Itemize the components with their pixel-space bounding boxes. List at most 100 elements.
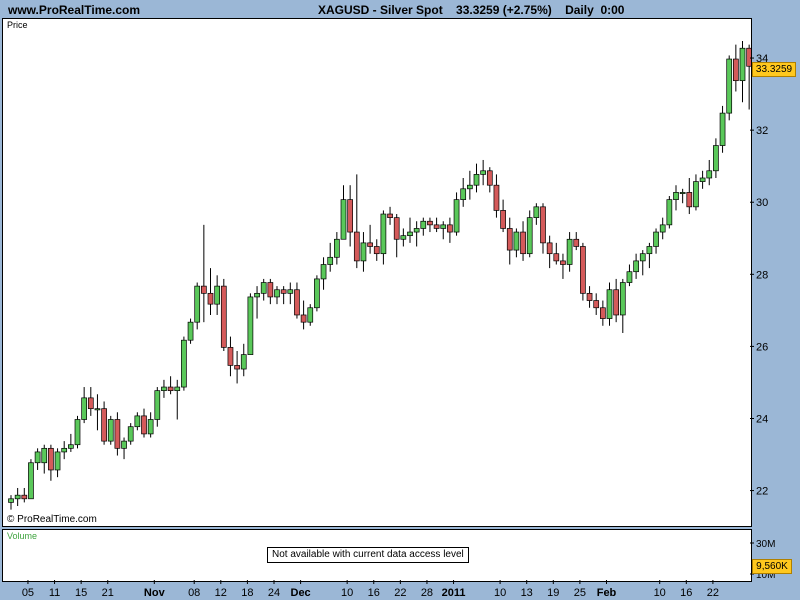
candle <box>94 394 101 431</box>
candle-body <box>147 419 154 435</box>
x-tick-label: 11 <box>49 587 60 599</box>
candle-body <box>613 289 620 316</box>
candle <box>41 444 48 474</box>
candle <box>506 217 513 265</box>
x-tick-label: Feb <box>597 587 617 599</box>
candle <box>314 275 320 312</box>
candle-body <box>247 296 254 355</box>
candle <box>87 387 94 416</box>
candle-body <box>420 220 427 229</box>
candle-body <box>220 285 227 348</box>
candle-body <box>353 231 360 262</box>
candle <box>433 217 440 233</box>
candle-body <box>706 170 713 179</box>
candle-body <box>646 246 653 255</box>
candle-body <box>739 47 746 82</box>
candle <box>380 210 387 265</box>
candle-body <box>54 451 61 471</box>
price-panel[interactable]: Price © ProRealTime.com <box>2 18 752 527</box>
x-tick-label: Dec <box>291 587 311 599</box>
candle <box>61 441 68 460</box>
candle <box>247 293 254 355</box>
copyright-text: © ProRealTime.com <box>7 514 97 525</box>
candle <box>181 336 187 391</box>
candle-body <box>294 289 300 316</box>
volume-panel[interactable]: Volume Not available with current data a… <box>2 529 752 582</box>
candle <box>207 268 214 315</box>
candle-body <box>28 462 34 500</box>
candle-body <box>280 289 287 294</box>
candle-body <box>227 347 234 366</box>
candle-body <box>533 206 540 218</box>
candle-body <box>673 192 679 200</box>
candle <box>393 214 400 258</box>
candle <box>593 293 600 315</box>
chart-header: www.ProRealTime.com XAGUSD - Silver Spot… <box>0 0 800 20</box>
price-panel-label: Price <box>7 20 28 30</box>
candle <box>54 448 61 478</box>
candle <box>67 433 74 452</box>
y-tick-label: 24 <box>756 413 768 425</box>
candle <box>699 170 706 189</box>
candle-body <box>127 426 134 442</box>
candle <box>646 242 653 269</box>
candle <box>546 235 553 269</box>
candle <box>706 159 713 186</box>
candle <box>28 459 34 500</box>
candle <box>327 242 334 272</box>
x-tick-label: 25 <box>574 587 586 599</box>
x-tick-label: 08 <box>188 587 200 599</box>
candle <box>526 210 533 258</box>
candle-body <box>367 242 373 247</box>
candle-body <box>260 282 267 294</box>
candle <box>141 408 147 438</box>
x-tick-label: 21 <box>102 587 114 599</box>
price-axis: 2224262830323430M10M <box>750 53 775 580</box>
candle <box>254 286 260 319</box>
candle <box>732 44 739 92</box>
candle <box>194 282 201 330</box>
volume-panel-label: Volume <box>7 531 38 541</box>
candle <box>460 177 467 207</box>
candlestick-plot <box>8 41 751 510</box>
candle <box>340 185 347 240</box>
candle-body <box>314 278 320 309</box>
candle-body <box>81 397 88 420</box>
candle <box>639 250 646 276</box>
candle <box>300 300 307 330</box>
candle <box>626 264 633 287</box>
candle-body <box>320 264 327 280</box>
candle-body <box>274 289 280 298</box>
candle <box>307 304 314 326</box>
candle-body <box>506 228 513 251</box>
candle-body <box>67 444 74 449</box>
x-tick-label: 28 <box>421 587 433 599</box>
candle <box>161 379 167 398</box>
candle <box>187 318 194 344</box>
candle-body <box>486 170 493 186</box>
candle-body <box>21 494 28 500</box>
candle-body <box>41 447 48 464</box>
last-price-badge: 33.3259 <box>752 62 796 77</box>
candle-body <box>693 181 699 208</box>
x-tick-label: 10 <box>341 587 353 599</box>
candle-body <box>679 192 686 194</box>
site-link[interactable]: www.ProRealTime.com <box>8 3 140 17</box>
candle-body <box>121 440 127 449</box>
candle-body <box>593 300 600 309</box>
candle-body <box>340 199 347 240</box>
x-tick-label: 19 <box>547 587 559 599</box>
candle-body <box>14 494 21 500</box>
candle-body <box>167 386 174 392</box>
candle-body <box>201 285 207 294</box>
candle-body <box>300 314 307 323</box>
candle-body <box>327 256 334 265</box>
candle-body <box>427 220 433 226</box>
candle <box>234 351 240 384</box>
x-tick-label: Nov <box>144 587 166 599</box>
candle-body <box>460 188 467 200</box>
x-tick-label: 15 <box>75 587 87 599</box>
candle <box>493 174 500 218</box>
candle-body <box>181 339 187 388</box>
candle-body <box>61 447 68 453</box>
